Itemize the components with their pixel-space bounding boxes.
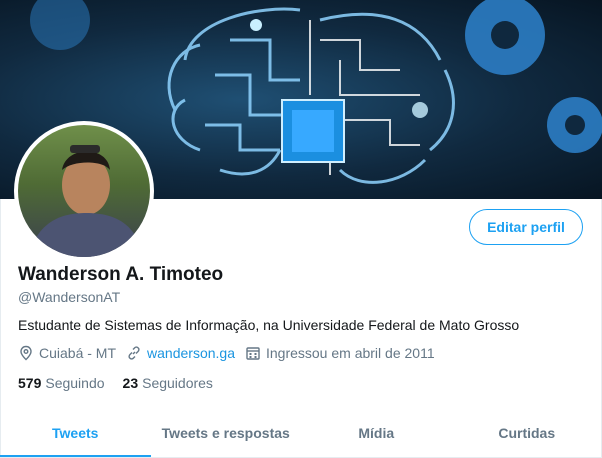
website-item[interactable]: wanderson.ga — [126, 345, 235, 361]
calendar-icon — [245, 345, 261, 361]
website-link[interactable]: wanderson.ga — [147, 345, 235, 361]
tab-tweets[interactable]: Tweets — [0, 412, 151, 457]
following-label: Seguindo — [45, 375, 104, 391]
location-text: Cuiabá - MT — [39, 345, 116, 361]
joined-text: Ingressou em abril de 2011 — [266, 345, 435, 361]
profile-meta: Cuiabá - MT wanderson.ga Ingressou em ab… — [18, 345, 445, 361]
location-item: Cuiabá - MT — [18, 345, 116, 361]
followers-link[interactable]: 23Seguidores — [123, 375, 213, 391]
location-icon — [18, 345, 34, 361]
joined-item: Ingressou em abril de 2011 — [245, 345, 435, 361]
following-count: 579 — [18, 375, 41, 391]
profile-avatar[interactable] — [14, 121, 154, 261]
person-photo — [18, 125, 150, 257]
tab-media[interactable]: Mídia — [301, 412, 452, 457]
profile-bio: Estudante de Sistemas de Informação, na … — [18, 317, 519, 333]
link-icon — [126, 345, 142, 361]
profile-tabs: Tweets Tweets e respostas Mídia Curtidas — [0, 412, 602, 458]
followers-count: 23 — [123, 375, 139, 391]
avatar-photo — [18, 125, 150, 257]
tab-tweets-and-replies[interactable]: Tweets e respostas — [151, 412, 302, 457]
profile-name: Wanderson A. Timoteo — [18, 264, 223, 286]
edit-profile-button[interactable]: Editar perfil — [469, 209, 583, 245]
profile-handle: @WandersonAT — [18, 289, 120, 305]
profile-stats: 579Seguindo 23Seguidores — [18, 375, 231, 391]
following-link[interactable]: 579Seguindo — [18, 375, 105, 391]
followers-label: Seguidores — [142, 375, 213, 391]
tab-likes[interactable]: Curtidas — [452, 412, 602, 457]
